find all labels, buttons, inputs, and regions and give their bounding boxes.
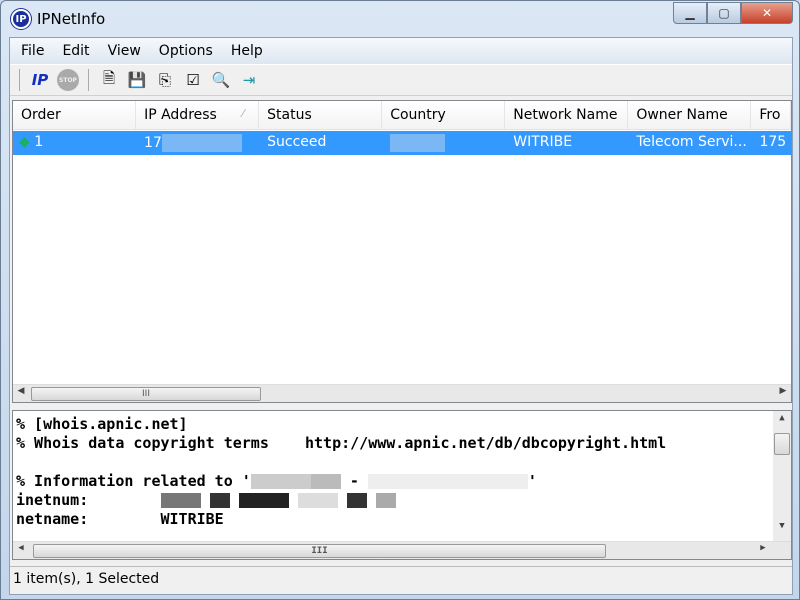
report-icon[interactable]: 🗎 — [98, 69, 120, 91]
status-bar: 1 item(s), 1 Selected — [10, 566, 792, 594]
column-network-name[interactable]: Network Name — [505, 101, 629, 129]
column-status[interactable]: Status — [259, 101, 383, 129]
maximize-button[interactable]: ▢ — [707, 2, 741, 24]
window-title: IPNetInfo — [37, 10, 106, 28]
menu-options[interactable]: Options — [150, 43, 222, 59]
whois-text[interactable]: % [whois.apnic.net] % Whois data copyrig… — [12, 410, 792, 560]
column-country[interactable]: Country — [382, 101, 506, 129]
menu-file[interactable]: File — [12, 43, 53, 59]
main-window: IP IPNetInfo ▁ ▢ ✕ File Edit View Option… — [0, 0, 800, 600]
menu-bar: File Edit View Options Help — [10, 38, 792, 64]
redacted-range — [250, 474, 311, 489]
sort-icon: ⁄ — [242, 107, 245, 120]
properties-icon[interactable]: ☑ — [182, 69, 204, 91]
list-horizontal-scrollbar[interactable]: ◀ III ▶ — [13, 384, 791, 402]
table-row[interactable]: ◆ 1 17 Succeed WITRIBE Telecom Servi... … — [13, 131, 791, 155]
text-horizontal-scrollbar[interactable]: ◀ III ▶ — [13, 541, 791, 559]
find-icon[interactable]: 🔍 — [210, 69, 232, 91]
title-bar: IP IPNetInfo — [11, 7, 105, 31]
column-owner-name[interactable]: Owner Name — [628, 101, 752, 129]
vscroll-thumb[interactable] — [774, 433, 790, 455]
save-icon[interactable]: 💾 — [126, 69, 148, 91]
menu-edit[interactable]: Edit — [53, 43, 98, 59]
column-order[interactable]: Order — [13, 101, 137, 129]
minimize-button[interactable]: ▁ — [673, 2, 707, 24]
column-from[interactable]: Fro — [751, 101, 791, 129]
text-vertical-scrollbar[interactable]: ▲ ▼ — [773, 411, 791, 541]
success-icon: ◆ — [19, 134, 30, 150]
column-ip-address[interactable]: IP Address ⁄ — [136, 101, 260, 129]
scroll-left-icon[interactable]: ◀ — [13, 386, 29, 396]
redacted-ip — [161, 134, 242, 152]
close-button[interactable]: ✕ — [741, 2, 793, 24]
app-logo-icon: IP — [11, 9, 31, 29]
hscroll-thumb[interactable]: III — [33, 544, 606, 558]
toolbar: IP STOP 🗎 💾 ⎘ ☑ 🔍 ⇥ — [10, 64, 792, 96]
menu-help[interactable]: Help — [222, 43, 272, 59]
scroll-thumb[interactable]: III — [31, 387, 261, 401]
redacted-inetnum — [160, 493, 201, 508]
redacted-country — [390, 134, 446, 152]
ip-icon[interactable]: IP — [29, 69, 51, 91]
copy-icon[interactable]: ⎘ — [154, 69, 176, 91]
stop-icon[interactable]: STOP — [57, 69, 79, 91]
menu-view[interactable]: View — [99, 43, 150, 59]
status-text: 1 item(s), 1 Selected — [13, 571, 160, 587]
exit-icon[interactable]: ⇥ — [238, 69, 260, 91]
scroll-right-icon[interactable]: ▶ — [775, 386, 791, 396]
results-list[interactable]: Order IP Address ⁄ Status Country Network… — [12, 100, 792, 403]
